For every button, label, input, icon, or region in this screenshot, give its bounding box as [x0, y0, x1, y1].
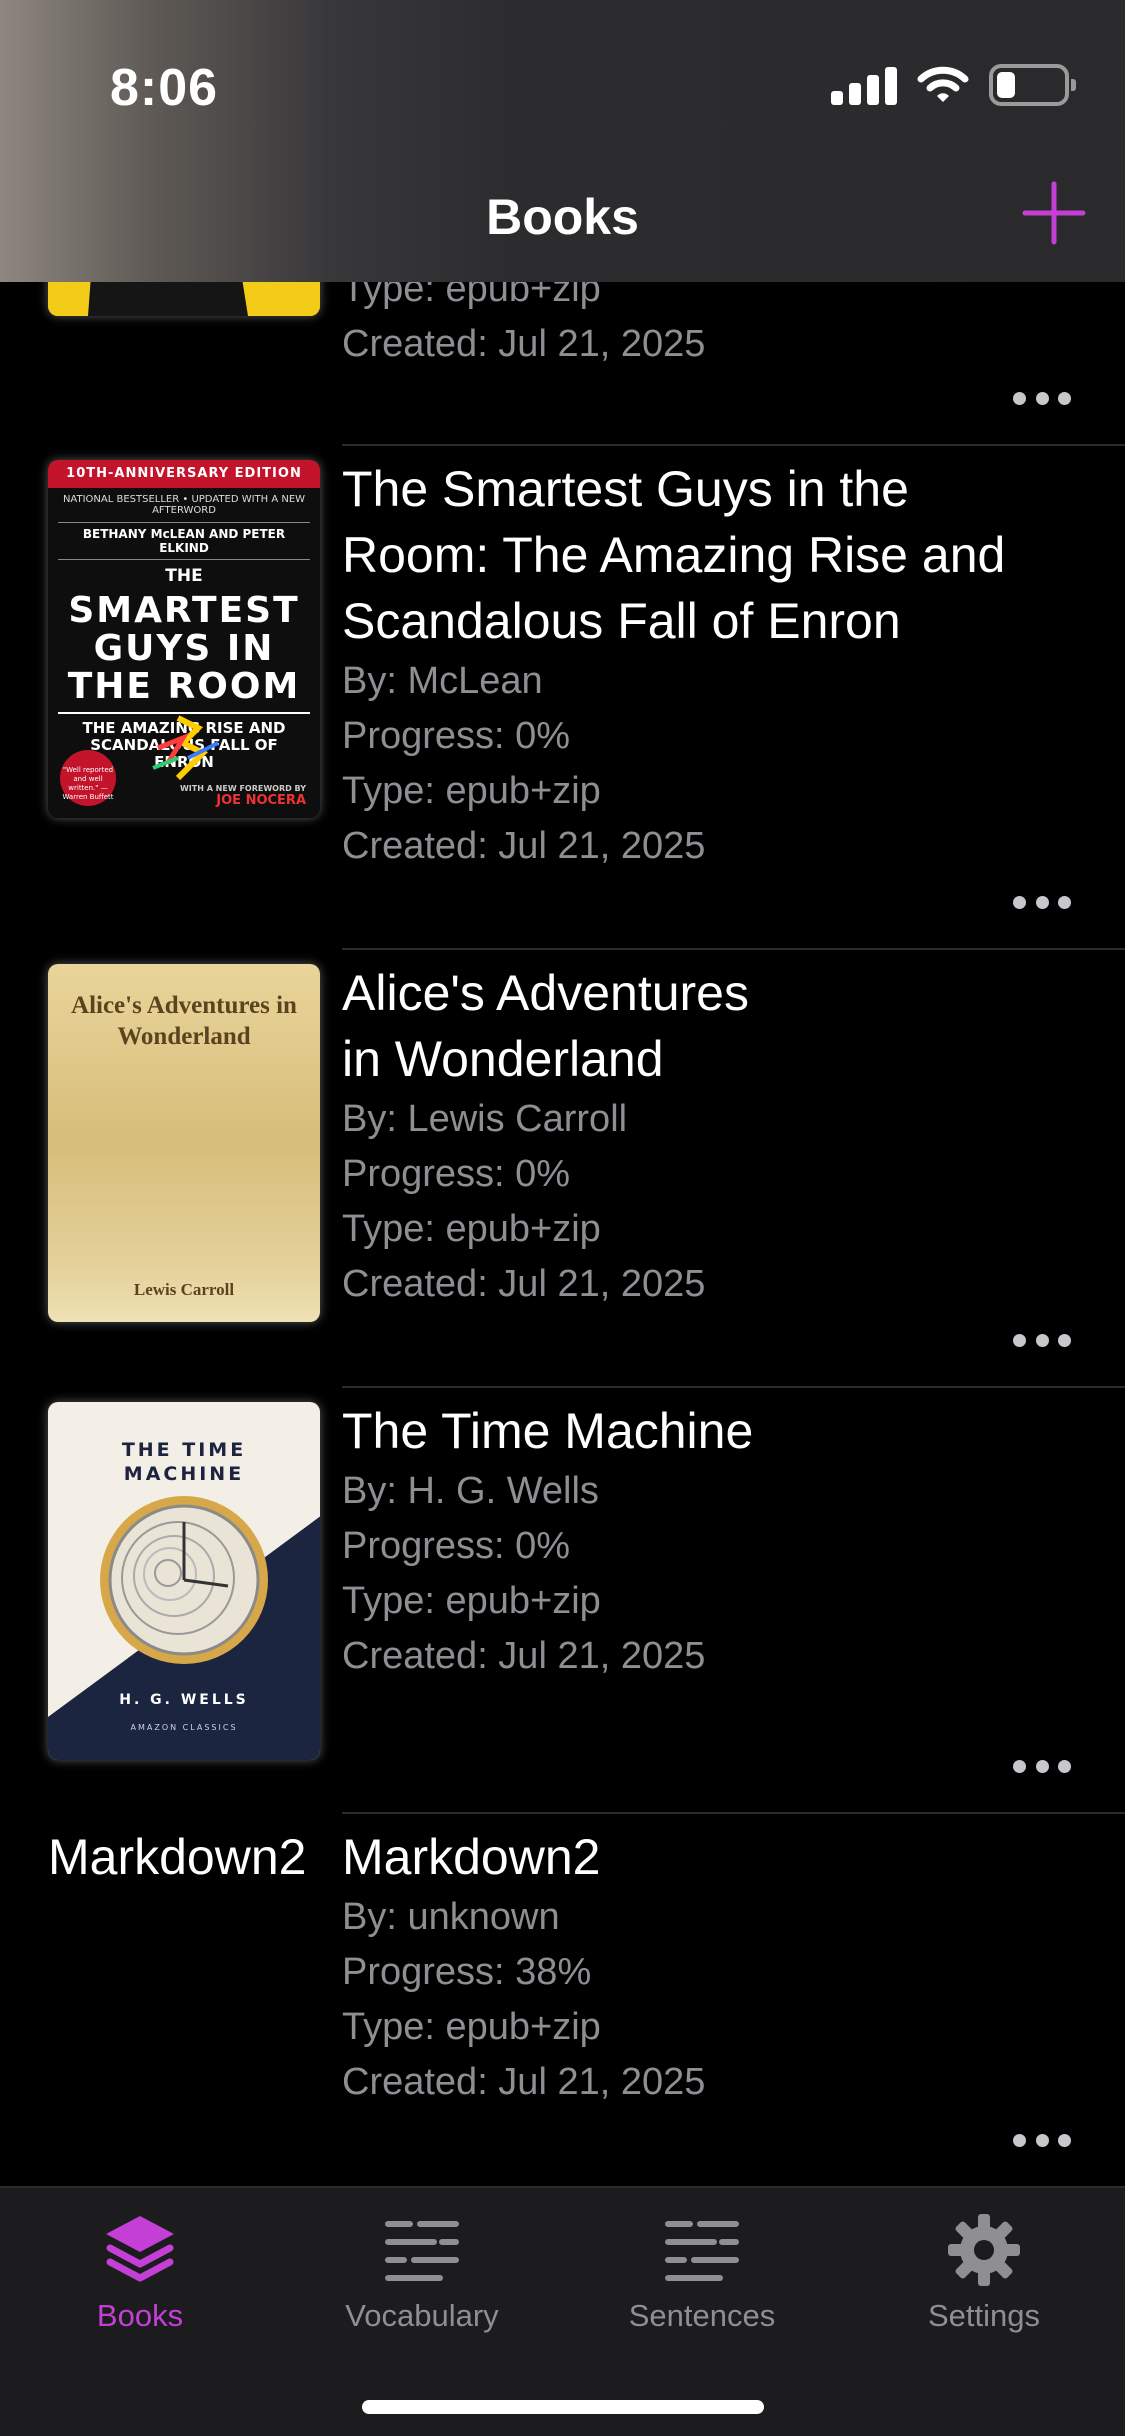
tab-bar: Books Vocabulary Sentences Settings: [0, 2186, 1125, 2436]
status-time: 8:06: [110, 59, 219, 117]
text-lines-icon: [665, 2221, 739, 2281]
book-title: Alice's Adventures in Wonderland: [342, 965, 749, 1087]
book-progress: Progress: 0%: [342, 1525, 571, 1567]
book-progress: Progress: 0%: [342, 1153, 571, 1195]
cover-the: THE: [165, 566, 203, 586]
cellular-signal-icon: [831, 65, 897, 105]
book-cover: THE TIME MACHINE H. G. WELLS AMAZON CLAS…: [48, 1402, 320, 1760]
book-cover-placeholder: Markdown2: [48, 1829, 307, 1885]
book-cover: 10TH-ANNIVERSARY EDITION NATIONAL BESTSE…: [48, 460, 320, 818]
cover-badge: "Well reported and well written." —Warre…: [60, 750, 116, 806]
book-meta: Alice's Adventures in Wonderland By: Lew…: [342, 960, 1042, 1312]
cover-author: H. G. WELLS: [119, 1692, 249, 1708]
book-author: By: unknown: [342, 1896, 560, 1938]
wifi-icon: [917, 66, 969, 102]
enron-logo-art: [152, 715, 219, 781]
cover-title: THE TIME MACHINE: [121, 1439, 247, 1485]
book-author: By: H. G. Wells: [342, 1470, 599, 1512]
book-created: Created: Jul 21, 2025: [342, 2061, 706, 2103]
more-button[interactable]: [1013, 1760, 1071, 1774]
cover-authors: BETHANY McLEAN AND PETER ELKIND: [58, 522, 310, 560]
cover-band: 10TH-ANNIVERSARY EDITION: [48, 460, 320, 488]
book-author: By: McLean: [342, 660, 543, 702]
cover-author: Lewis Carroll: [133, 1280, 235, 1299]
cover-publisher: AMAZON CLASSICS: [130, 1723, 238, 1732]
more-button[interactable]: [1013, 896, 1071, 910]
book-type: Type: epub+zip: [342, 1580, 601, 1622]
book-row[interactable]: 10TH-ANNIVERSARY EDITION NATIONAL BESTSE…: [0, 446, 1125, 950]
gear-icon: [948, 2214, 1020, 2286]
more-button[interactable]: [1013, 2134, 1071, 2148]
book-progress: Progress: 0%: [342, 715, 571, 757]
book-row[interactable]: THE TIME MACHINE H. G. WELLS AMAZON CLAS…: [0, 1388, 1125, 1814]
book-created: Created: Jul 21, 2025: [342, 1263, 706, 1305]
book-title: The Time Machine: [342, 1403, 754, 1459]
tab-settings[interactable]: Settings: [864, 2212, 1104, 2334]
navigation-bar: 8:06 Books: [0, 0, 1125, 282]
book-title: The Smartest Guys in the Room: The Amazi…: [342, 461, 1006, 649]
book-row[interactable]: Markdown2 Markdown2 By: unknown Progress…: [0, 1814, 1125, 2186]
cover-foreword: WITH A NEW FOREWORD BY JOE NOCERA: [179, 784, 306, 808]
home-indicator[interactable]: [362, 2400, 764, 2414]
tab-label: Books: [96, 2298, 184, 2333]
cover-title: SMARTEST GUYS IN THE ROOM: [67, 590, 301, 707]
book-created: Created: Jul 21, 2025: [342, 1635, 706, 1677]
tab-label: Settings: [927, 2298, 1040, 2333]
more-button[interactable]: [1013, 1334, 1071, 1348]
book-list[interactable]: Type: epub+zip Created: Jul 21, 2025 10T…: [0, 0, 1125, 2186]
book-created: Created: Jul 21, 2025: [342, 825, 706, 867]
book-cover: Alice's Adventures in Wonderland Lewis C…: [48, 964, 320, 1322]
clock-art: [100, 1496, 268, 1664]
cover-title: Alice's Adventures in Wonderland: [71, 992, 297, 1050]
text-lines-icon: [385, 2221, 459, 2281]
book-meta: Markdown2 By: unknown Progress: 38% Type…: [342, 1824, 1042, 2110]
tab-sentences[interactable]: Sentences: [582, 2212, 822, 2334]
book-type: Type: epub+zip: [342, 2006, 601, 2048]
book-title: Markdown2: [342, 1829, 601, 1885]
tab-label: Vocabulary: [345, 2298, 499, 2333]
book-created: Created: Jul 21, 2025: [342, 323, 706, 365]
book-type: Type: epub+zip: [342, 1208, 601, 1250]
book-meta: The Time Machine By: H. G. Wells Progres…: [342, 1398, 1042, 1684]
cover-tagline: NATIONAL BESTSELLER • UPDATED WITH A NEW…: [62, 494, 306, 516]
tab-vocabulary[interactable]: Vocabulary: [302, 2212, 542, 2334]
book-meta: The Smartest Guys in the Room: The Amazi…: [342, 456, 1042, 874]
tab-books[interactable]: Books: [20, 2212, 260, 2334]
book-progress: Progress: 38%: [342, 1951, 592, 1993]
stack-icon: [106, 2216, 174, 2282]
add-book-button[interactable]: [1019, 178, 1089, 248]
tab-label: Sentences: [628, 2298, 776, 2333]
book-author: By: Lewis Carroll: [342, 1098, 628, 1140]
page-title: Books: [486, 189, 639, 245]
status-icons: [831, 64, 1076, 106]
more-button[interactable]: [1013, 392, 1071, 406]
battery-icon: [989, 64, 1076, 106]
book-row[interactable]: Alice's Adventures in Wonderland Lewis C…: [0, 950, 1125, 1388]
book-type: Type: epub+zip: [342, 770, 601, 812]
